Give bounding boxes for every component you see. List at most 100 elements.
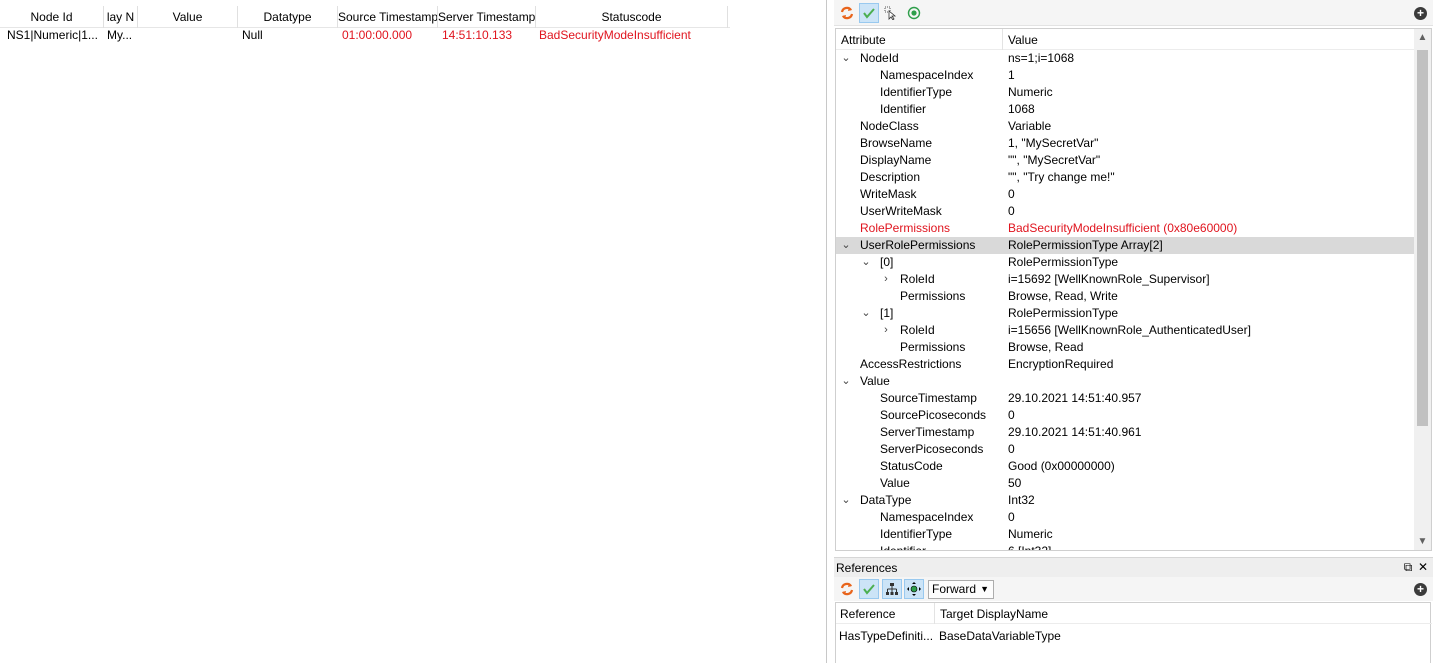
attribute-value: "", "MySecretVar": [1008, 153, 1101, 167]
references-list: Reference Target DisplayName HasTypeDefi…: [835, 602, 1432, 663]
chevron-down-icon[interactable]: ⌄: [860, 305, 872, 322]
chevron-down-icon[interactable]: ⌄: [840, 373, 852, 390]
move-button[interactable]: [904, 579, 924, 599]
attribute-name: UserWriteMask: [860, 204, 942, 218]
column-divider[interactable]: [934, 603, 935, 624]
tree-row[interactable]: Identifier 6 [Int32]: [836, 543, 1414, 550]
tree-row[interactable]: › RoleId i=15692 [WellKnownRole_Supervisor…: [836, 271, 1414, 288]
select-mode-button[interactable]: [881, 3, 901, 23]
tree-row[interactable]: ⌄ NodeId ns=1;i=1068: [836, 50, 1414, 67]
tree-row[interactable]: ⌄ Value: [836, 373, 1414, 390]
column-header[interactable]: Statuscode: [536, 6, 728, 28]
tree-row[interactable]: DisplayName "", "MySecretVar": [836, 152, 1414, 169]
attribute-name: DisplayName: [860, 153, 932, 167]
tree-row[interactable]: Permissions Browse, Read, Write: [836, 288, 1414, 305]
refresh-icon: [840, 582, 854, 596]
tree-row[interactable]: ServerPicoseconds 0: [836, 441, 1414, 458]
attribute-tree-header: Attribute Value: [836, 29, 1414, 50]
tree-row[interactable]: RolePermissions BadSecurityModeInsufficie…: [836, 220, 1414, 237]
attribute-name: Value: [880, 476, 910, 490]
chevron-right-icon[interactable]: ›: [880, 271, 892, 288]
chevron-down-icon[interactable]: ⌄: [840, 237, 852, 254]
tree-row[interactable]: IdentifierType Numeric: [836, 84, 1414, 101]
list-item[interactable]: HasTypeDefiniti... BaseDataVariableType: [836, 627, 1432, 644]
tree-row[interactable]: UserWriteMask 0: [836, 203, 1414, 220]
tree-row[interactable]: StatusCode Good (0x00000000): [836, 458, 1414, 475]
column-reference[interactable]: Reference: [840, 607, 895, 621]
scroll-down-icon[interactable]: ▼: [1414, 533, 1431, 550]
attribute-value: i=15656 [WellKnownRole_AuthenticatedUser…: [1008, 323, 1251, 337]
direction-dropdown[interactable]: Forward ▼: [928, 580, 994, 599]
tree-row[interactable]: ⌄ [1] RolePermissionType: [836, 305, 1414, 322]
column-header[interactable]: Server Timestamp: [438, 6, 536, 28]
attribute-name: NodeClass: [860, 119, 919, 133]
cell-display-name: My...: [107, 28, 133, 42]
attribute-name: NodeId: [860, 51, 899, 65]
chevron-down-icon[interactable]: ⌄: [840, 492, 852, 509]
tree-row[interactable]: IdentifierType Numeric: [836, 526, 1414, 543]
refresh-references-button[interactable]: [837, 579, 857, 599]
check-toggle-button[interactable]: [859, 3, 879, 23]
tree-row[interactable]: ⌄ UserRolePermissions RolePermissionType A…: [836, 237, 1414, 254]
chevron-down-icon[interactable]: ⌄: [840, 50, 852, 67]
chevron-down-icon[interactable]: ⌄: [860, 254, 872, 271]
scroll-up-icon[interactable]: ▲: [1414, 29, 1431, 46]
attribute-value: RolePermissionType: [1008, 306, 1119, 320]
tree-row[interactable]: Identifier 1068: [836, 101, 1414, 118]
hierarchy-button[interactable]: [882, 579, 902, 599]
column-target-displayname[interactable]: Target DisplayName: [940, 607, 1048, 621]
attribute-value: 0: [1008, 187, 1015, 201]
column-header[interactable]: Datatype: [238, 6, 338, 28]
tree-row[interactable]: ⌄ [0] RolePermissionType: [836, 254, 1414, 271]
tree-row[interactable]: Value 50: [836, 475, 1414, 492]
tree-row[interactable]: NamespaceIndex 0: [836, 509, 1414, 526]
attribute-name: BrowseName: [860, 136, 933, 150]
tree-row[interactable]: Description "", "Try change me!": [836, 169, 1414, 186]
close-icon[interactable]: ✕: [1416, 560, 1430, 574]
attribute-name: [1]: [880, 306, 894, 320]
check-references-button[interactable]: [859, 579, 879, 599]
attribute-name: Value: [860, 374, 890, 388]
column-header[interactable]: lay N: [104, 6, 138, 28]
tree-row[interactable]: Permissions Browse, Read: [836, 339, 1414, 356]
column-header[interactable]: Value: [138, 6, 238, 28]
chevron-right-icon[interactable]: ›: [880, 322, 892, 339]
tree-row[interactable]: SourceTimestamp 29.10.2021 14:51:40.957: [836, 390, 1414, 407]
tree-row[interactable]: NodeClass Variable: [836, 118, 1414, 135]
attribute-name: SourceTimestamp: [880, 391, 977, 405]
tree-row[interactable]: BrowseName 1, "MySecretVar": [836, 135, 1414, 152]
reference-type: HasTypeDefiniti...: [839, 629, 934, 643]
tree-row[interactable]: ⌄ DataType Int32: [836, 492, 1414, 509]
column-divider[interactable]: [1002, 29, 1003, 50]
direction-value: Forward: [932, 582, 977, 596]
scrollbar-thumb[interactable]: [1417, 50, 1428, 426]
tree-row[interactable]: ServerTimestamp 29.10.2021 14:51:40.961: [836, 424, 1414, 441]
attribute-name: RoleId: [900, 323, 935, 337]
column-value[interactable]: Value: [1008, 33, 1038, 47]
tree-row[interactable]: SourcePicoseconds 0: [836, 407, 1414, 424]
add-circle-icon[interactable]: +: [1414, 7, 1427, 20]
tree-row[interactable]: NamespaceIndex 1: [836, 67, 1414, 84]
tree-row[interactable]: WriteMask 0: [836, 186, 1414, 203]
target-button[interactable]: [904, 3, 924, 23]
attribute-value: Numeric: [1008, 85, 1053, 99]
refresh-button[interactable]: [837, 3, 857, 23]
attribute-value: Browse, Read, Write: [1008, 289, 1118, 303]
restore-window-icon[interactable]: ⧉: [1401, 560, 1415, 574]
vertical-scrollbar[interactable]: ▲ ▼: [1414, 29, 1431, 550]
column-header[interactable]: Node Id: [0, 6, 104, 28]
attribute-value: 0: [1008, 442, 1015, 456]
column-attribute[interactable]: Attribute: [841, 33, 886, 47]
column-header[interactable]: Source Timestamp: [338, 6, 438, 28]
tree-row[interactable]: › RoleId i=15656 [WellKnownRole_Authentica…: [836, 322, 1414, 339]
attribute-value: 1068: [1008, 102, 1035, 116]
attribute-value: ns=1;i=1068: [1008, 51, 1075, 65]
attribute-value: Good (0x00000000): [1008, 459, 1115, 473]
table-row[interactable]: NS1|Numeric|1... My... Null 01:00:00.000…: [0, 28, 730, 45]
attribute-name: NamespaceIndex: [880, 510, 974, 524]
tree-row[interactable]: AccessRestrictions EncryptionRequired: [836, 356, 1414, 373]
cell-statuscode: BadSecurityModeInsufficient: [539, 28, 691, 42]
add-circle-icon[interactable]: +: [1414, 583, 1427, 596]
attribute-name: Description: [860, 170, 921, 184]
checkmark-icon: [863, 584, 875, 595]
